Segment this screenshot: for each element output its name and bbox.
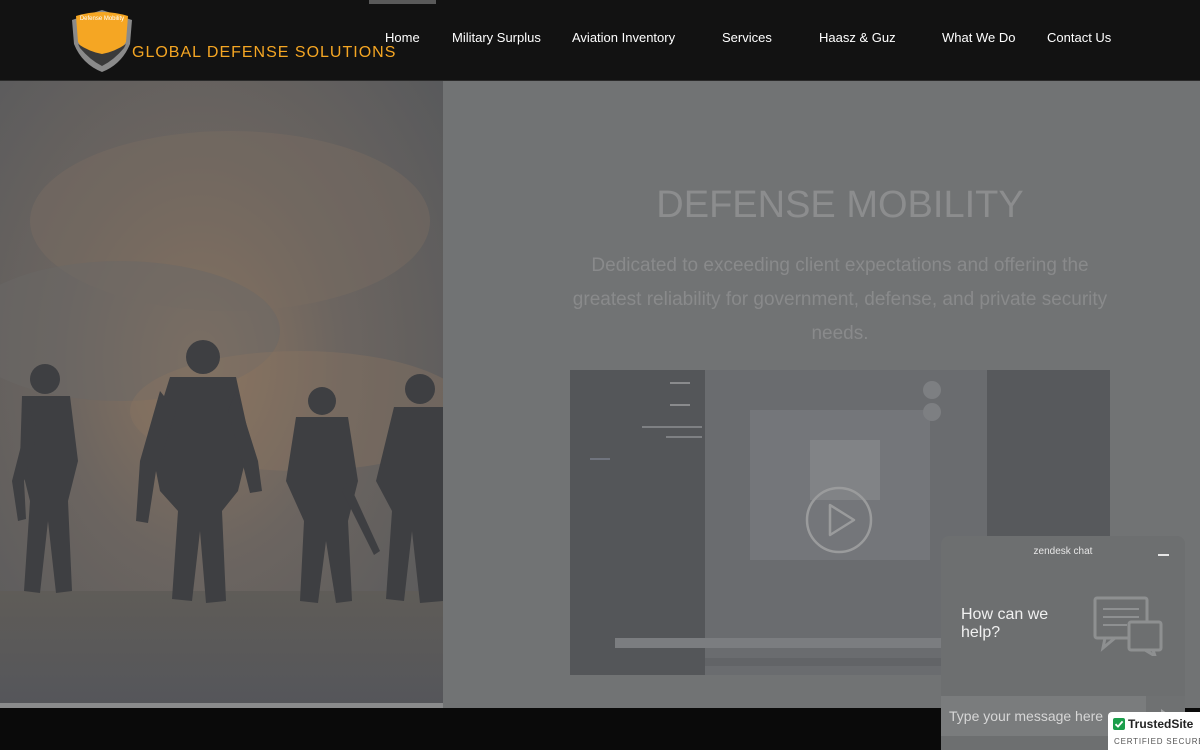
trustedsite-name: TrustedSite <box>1128 717 1194 731</box>
chat-title: zendesk chat <box>1033 546 1093 557</box>
nav-item-haasz-guz[interactable]: Haasz & Guz <box>819 30 896 45</box>
main-nav: Home Military Surplus Aviation Inventory… <box>0 0 1200 80</box>
nav-item-aviation-inventory[interactable]: Aviation Inventory <box>572 30 675 45</box>
trustedsite-badge[interactable]: TrustedSite CERTIFIED SECURE <box>1108 712 1200 750</box>
nav-item-contact-us[interactable]: Contact Us <box>1047 30 1111 45</box>
trustedsite-subtitle: CERTIFIED SECURE <box>1114 737 1200 746</box>
minimize-icon[interactable] <box>1157 546 1171 560</box>
checkmark-icon <box>1113 718 1125 730</box>
site-header: Defense Mobility GLOBAL DEFENSE SOLUTION… <box>0 0 1200 81</box>
nav-item-military-surplus[interactable]: Military Surplus <box>452 30 541 45</box>
nav-item-what-we-do[interactable]: What We Do <box>942 30 1015 45</box>
play-circle-icon[interactable] <box>805 486 873 554</box>
soldiers-image <box>0 81 443 703</box>
chat-bubbles-icon <box>1093 596 1163 656</box>
nav-active-indicator <box>369 0 436 4</box>
hero-title: DEFENSE MOBILITY <box>656 184 1024 226</box>
nav-item-home[interactable]: Home <box>385 30 420 45</box>
nav-item-services[interactable]: Services <box>722 30 772 45</box>
hero-subtitle: Dedicated to exceeding client expectatio… <box>572 255 1108 344</box>
chat-prompt: How can we help? <box>961 606 1049 641</box>
